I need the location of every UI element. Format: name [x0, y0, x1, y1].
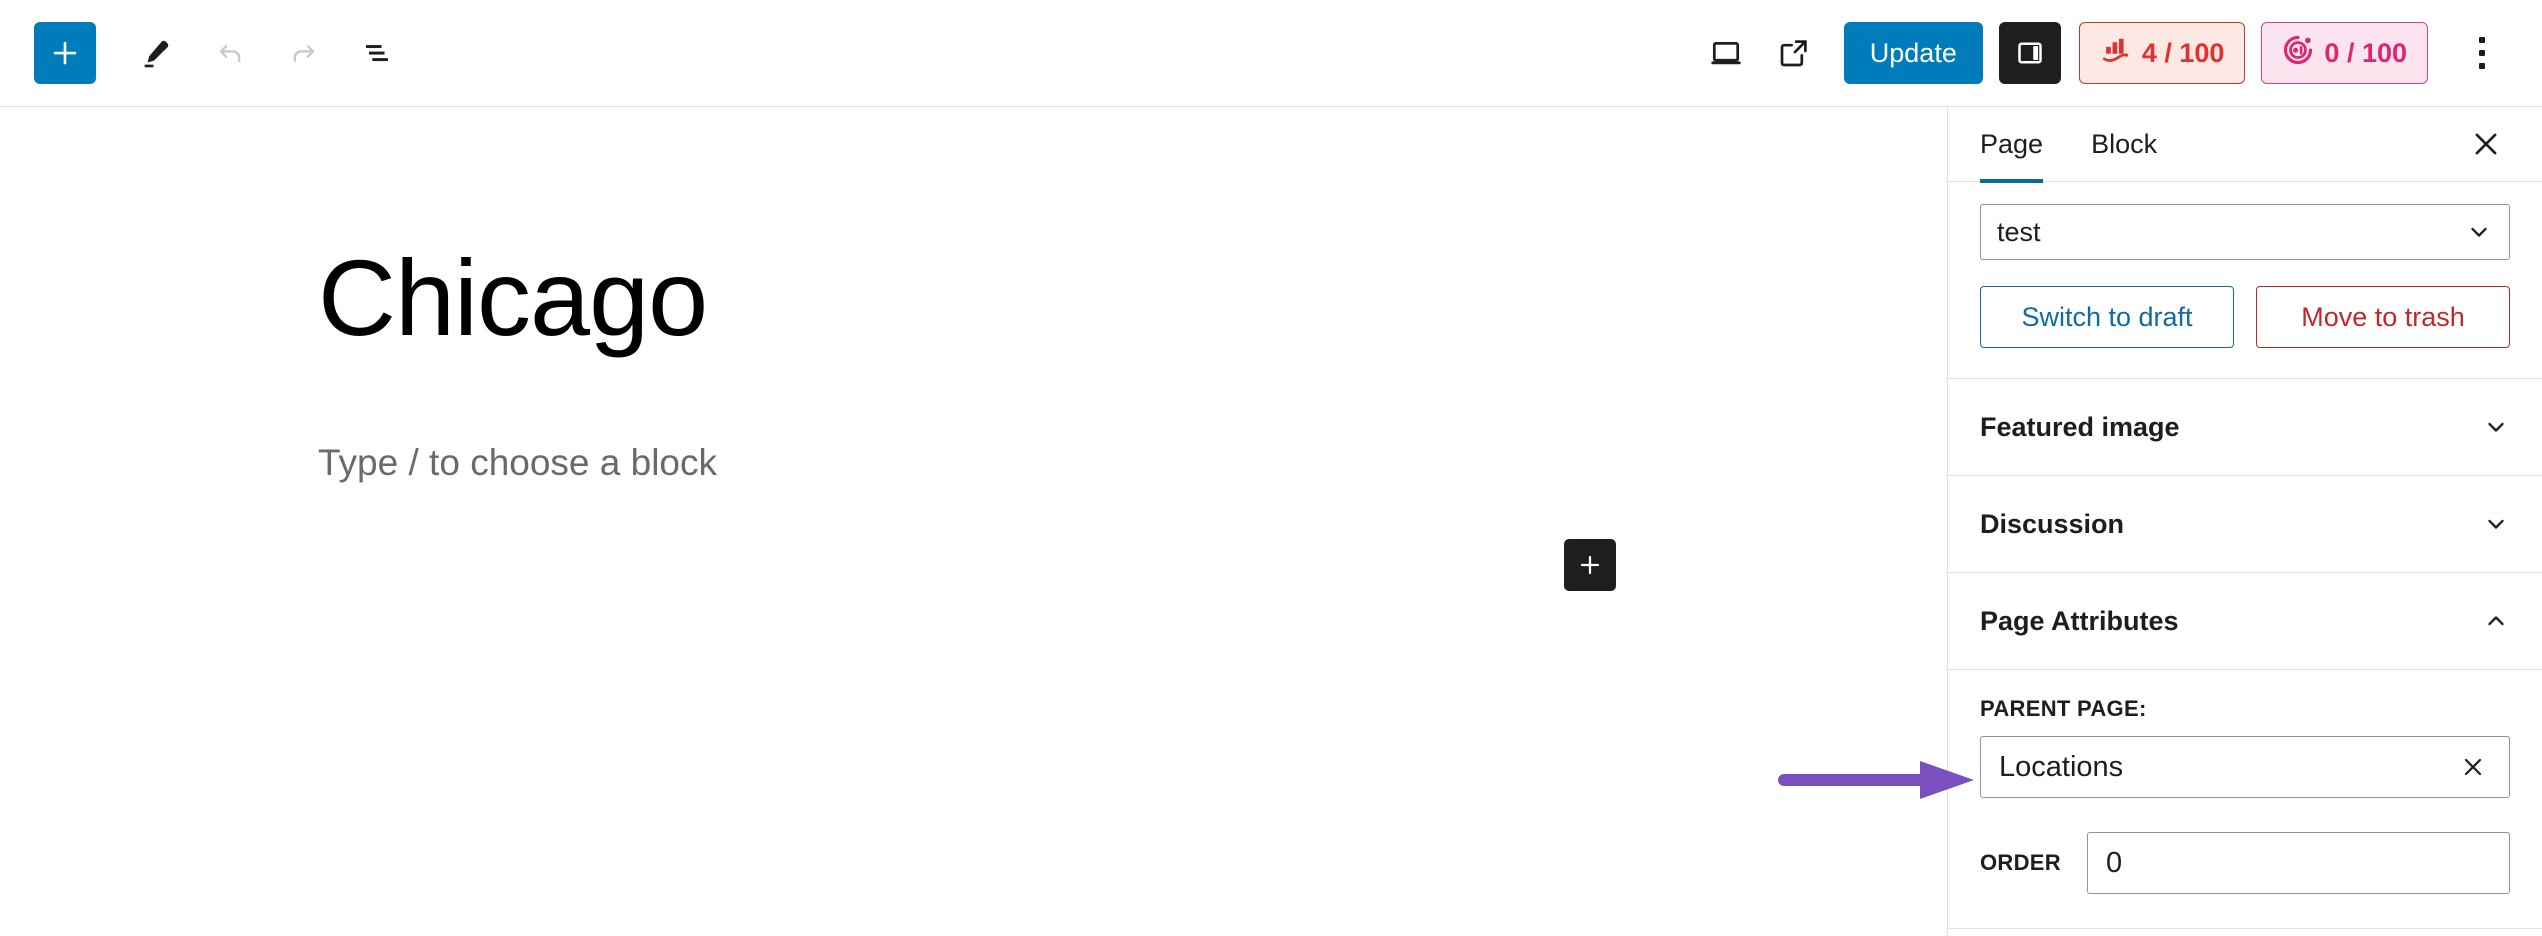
post-status-select[interactable]: test: [1980, 204, 2510, 260]
chevron-down-icon: [2465, 218, 2493, 246]
move-to-trash-button[interactable]: Move to trash: [2256, 286, 2510, 348]
parent-page-value: Locations: [1999, 750, 2124, 783]
add-block-button[interactable]: [34, 22, 96, 84]
sidebar-body: test Switch to draft Move to trash Featu…: [1948, 182, 2542, 929]
panel-featured-image-title: Featured image: [1980, 411, 2180, 442]
view-page-external-link-icon[interactable]: [1762, 21, 1826, 85]
page-attributes-content: PARENT PAGE: Locations ORDER 0: [1948, 670, 2542, 929]
order-label: ORDER: [1980, 850, 2061, 875]
parent-page-label: PARENT PAGE:: [1980, 696, 2147, 721]
panel-discussion[interactable]: Discussion: [1948, 476, 2542, 573]
panel-page-attributes[interactable]: Page Attributes: [1948, 573, 2542, 670]
tab-block[interactable]: Block: [2091, 107, 2157, 182]
order-input[interactable]: 0: [2086, 832, 2510, 894]
redo-icon[interactable]: [272, 21, 336, 85]
settings-sidebar: Page Block test Switch to draft Move to …: [1947, 107, 2542, 936]
sidebar-tab-bar: Page Block: [1948, 107, 2542, 183]
options-kebab-menu-icon[interactable]: [2452, 21, 2512, 85]
wordpress-block-editor: Update 4 / 100 0 / 100 Chicago Type / to…: [0, 0, 2542, 936]
tab-page[interactable]: Page: [1980, 107, 2044, 183]
preview-desktop-icon[interactable]: [1694, 21, 1758, 85]
order-field-row: ORDER 0: [1980, 832, 2510, 894]
panel-discussion-title: Discussion: [1980, 508, 2125, 539]
seo-score-value: 4 / 100: [2141, 37, 2225, 68]
header-left-tools: [0, 0, 410, 106]
undo-icon[interactable]: [198, 21, 262, 85]
editor-canvas: Chicago Type / to choose a block: [0, 107, 1947, 936]
status-action-buttons: Switch to draft Move to trash: [1980, 286, 2510, 348]
ai-circle-icon: [2282, 34, 2314, 73]
canvas-add-block-button[interactable]: [1564, 539, 1616, 591]
kebab-dot: [2479, 63, 2485, 69]
settings-sidebar-toggle-button[interactable]: [1998, 22, 2061, 84]
ai-score-value: 0 / 100: [2324, 37, 2407, 68]
editor-header-toolbar: Update 4 / 100 0 / 100: [0, 0, 2542, 107]
kebab-dot: [2479, 50, 2485, 56]
panel-featured-image[interactable]: Featured image: [1948, 379, 2542, 476]
parent-page-input[interactable]: Locations: [1980, 736, 2510, 798]
list-view-icon[interactable]: [346, 21, 410, 85]
chevron-down-icon: [2482, 413, 2510, 441]
post-status-value: test: [1997, 216, 2041, 247]
chevron-down-icon: [2482, 510, 2510, 538]
ai-score-badge[interactable]: 0 / 100: [2261, 22, 2428, 84]
panel-page-attributes-title: Page Attributes: [1980, 605, 2179, 636]
order-value: 0: [2105, 846, 2123, 879]
header-right-actions: Update 4 / 100 0 / 100: [1694, 0, 2542, 106]
post-status-section: test Switch to draft Move to trash: [1948, 182, 2542, 379]
post-title[interactable]: Chicago: [318, 238, 708, 358]
empty-block-placeholder[interactable]: Type / to choose a block: [318, 442, 717, 484]
chevron-up-icon: [2482, 607, 2510, 635]
switch-to-draft-button[interactable]: Switch to draft: [1980, 286, 2234, 348]
edit-mode-pencil-icon[interactable]: [124, 21, 188, 85]
update-button[interactable]: Update: [1843, 22, 1983, 84]
kebab-dot: [2479, 37, 2485, 43]
seo-bar-chart-icon: [2100, 34, 2132, 73]
seo-score-badge[interactable]: 4 / 100: [2078, 22, 2246, 84]
clear-parent-page-icon[interactable]: [2455, 749, 2491, 785]
close-sidebar-icon[interactable]: [2462, 120, 2510, 168]
